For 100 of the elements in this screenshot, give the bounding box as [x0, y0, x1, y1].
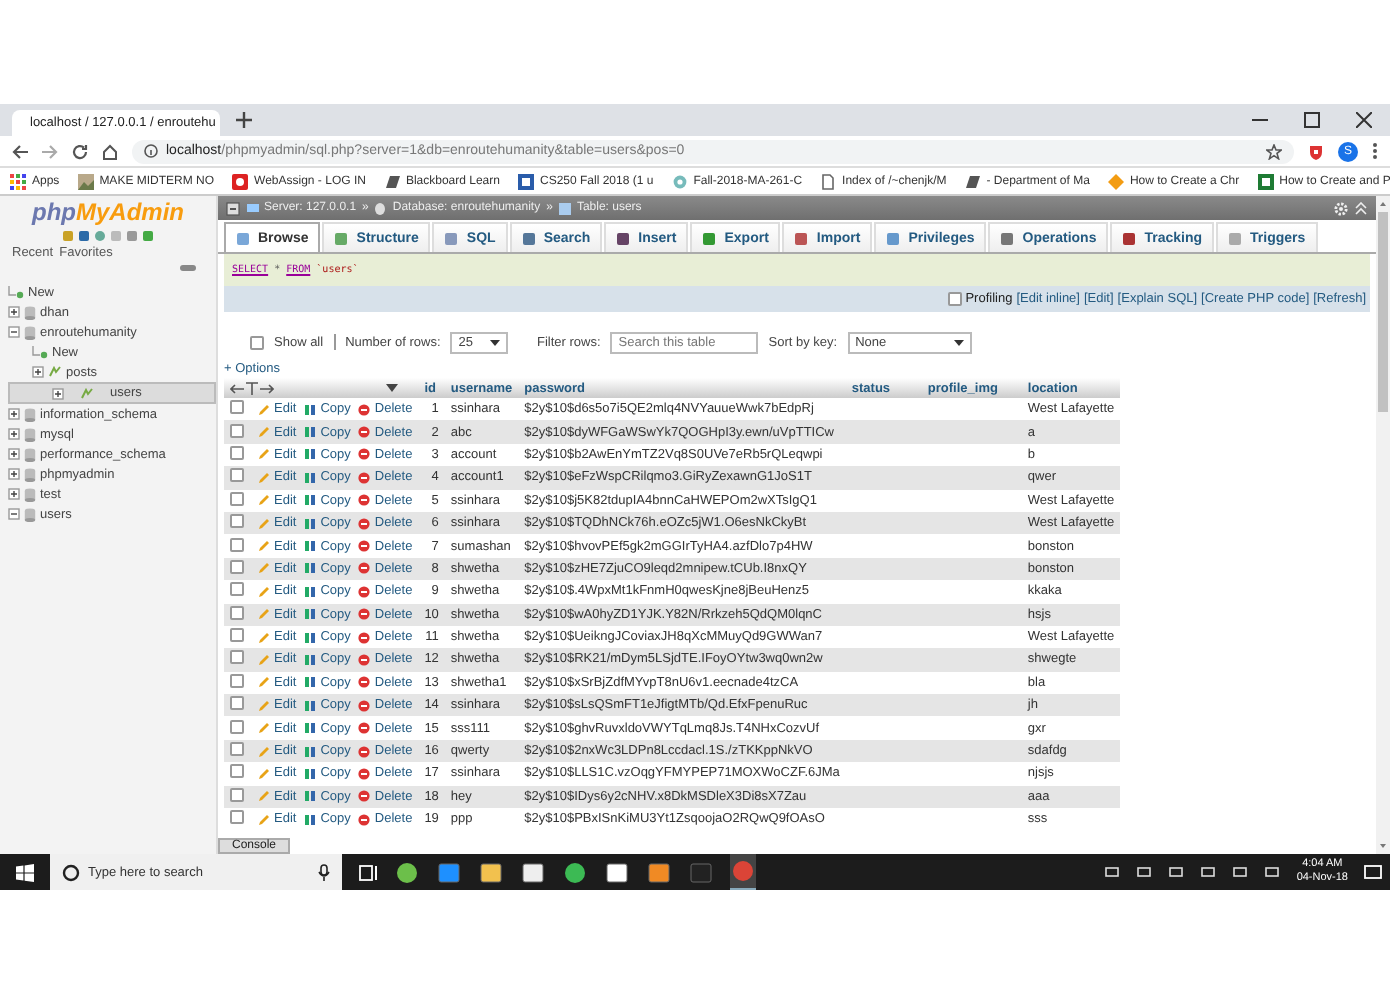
more-icon[interactable] — [1372, 142, 1378, 160]
checkbox[interactable] — [230, 764, 244, 779]
bookmark-icon — [1107, 173, 1124, 189]
column-arrows-icon[interactable] — [230, 381, 274, 395]
bookmark-icon — [1257, 173, 1274, 189]
info-icon — [144, 144, 158, 158]
expand-icon[interactable] — [8, 468, 20, 480]
checkbox[interactable] — [230, 400, 244, 415]
windows-logo-icon[interactable] — [16, 863, 34, 881]
checkbox[interactable] — [230, 423, 244, 438]
delete-icon — [358, 767, 371, 780]
delete-icon — [358, 631, 371, 644]
checkbox[interactable] — [230, 696, 244, 711]
checkbox[interactable] — [230, 468, 244, 483]
delete-icon — [358, 494, 371, 507]
tree-line-icon — [8, 285, 24, 299]
star-icon[interactable] — [1266, 143, 1282, 159]
bookmark-icon — [964, 173, 981, 189]
collapse-icon[interactable] — [8, 326, 20, 338]
checkbox[interactable] — [230, 491, 244, 506]
delete-icon — [358, 722, 371, 735]
delete-icon — [358, 448, 371, 461]
delete-icon — [358, 426, 371, 439]
tab-icon — [1000, 231, 1015, 245]
checkbox[interactable] — [230, 650, 244, 665]
apps-icon — [10, 173, 26, 189]
checkbox[interactable] — [230, 628, 244, 643]
thumbnail-icon — [77, 173, 94, 189]
expand-icon[interactable] — [52, 387, 64, 399]
bookmark-icon — [232, 173, 249, 189]
expand-icon[interactable] — [32, 366, 44, 378]
delete-icon — [358, 585, 371, 598]
expand-icon[interactable] — [8, 306, 20, 318]
checkbox[interactable] — [230, 605, 244, 620]
checkbox[interactable] — [230, 719, 244, 734]
tab-icon — [1122, 231, 1137, 245]
checkbox[interactable] — [250, 335, 264, 349]
app-icon[interactable] — [648, 861, 670, 883]
table-icon — [80, 387, 94, 399]
tab-icon — [794, 231, 809, 245]
delete-icon — [358, 653, 371, 666]
caret-icon — [489, 339, 499, 345]
delete-icon — [358, 813, 371, 826]
microphone-icon — [318, 863, 330, 881]
tab-icon — [702, 231, 717, 245]
bookmark-icon — [383, 173, 400, 189]
maximize-icon[interactable] — [1304, 112, 1320, 128]
tab-icon — [334, 231, 349, 245]
table-icon — [558, 201, 573, 215]
close-icon[interactable] — [1356, 112, 1372, 128]
expand-icon[interactable] — [8, 408, 20, 420]
delete-icon — [358, 745, 371, 758]
delete-icon — [358, 608, 371, 621]
checkbox[interactable] — [230, 810, 244, 825]
app-logo[interactable]: phpMyAdmin — [0, 196, 216, 226]
bookmark-icon — [671, 173, 688, 189]
delete-icon — [358, 676, 371, 689]
delete-icon — [358, 403, 371, 416]
checkbox[interactable] — [230, 559, 244, 574]
delete-icon — [358, 471, 371, 484]
checkbox[interactable] — [230, 514, 244, 529]
shield-icon[interactable] — [1308, 143, 1324, 159]
task-view-icon[interactable] — [358, 863, 378, 881]
collapse-icon[interactable] — [8, 508, 20, 520]
checkbox[interactable] — [230, 537, 244, 552]
tab-icon — [444, 231, 459, 245]
collapse-up-icon[interactable] — [1354, 201, 1368, 215]
sort-icon[interactable] — [386, 384, 398, 392]
checkbox[interactable] — [230, 787, 244, 802]
scrollbar[interactable] — [1376, 196, 1390, 854]
delete-icon — [358, 517, 371, 530]
new-tab-icon[interactable] — [236, 112, 252, 128]
page-icon — [820, 173, 837, 189]
checkbox[interactable] — [947, 292, 962, 306]
back-icon[interactable] — [12, 143, 28, 159]
checkbox[interactable] — [230, 582, 244, 597]
tab-icon — [1228, 231, 1243, 245]
delete-icon — [358, 562, 371, 575]
notification-icon[interactable] — [1364, 863, 1382, 881]
tree-line-icon — [32, 345, 48, 359]
checkbox[interactable] — [230, 445, 244, 460]
delete-icon — [358, 699, 371, 712]
search-icon — [62, 863, 80, 881]
table-icon — [48, 366, 62, 378]
tab-icon — [521, 231, 536, 245]
delete-icon — [358, 540, 371, 553]
server-icon — [246, 201, 260, 215]
delete-icon — [358, 790, 371, 803]
tab-icon — [236, 231, 250, 245]
checkbox[interactable] — [230, 673, 244, 688]
collapse-icon[interactable] — [226, 201, 240, 215]
expand-icon[interactable] — [8, 428, 20, 440]
expand-icon[interactable] — [8, 488, 20, 500]
app-icon[interactable] — [396, 861, 418, 883]
expand-icon[interactable] — [8, 448, 20, 460]
tab-icon — [886, 231, 901, 245]
checkbox[interactable] — [230, 742, 244, 757]
tab-icon — [616, 231, 631, 245]
caret-icon — [953, 339, 964, 345]
app-icon[interactable] — [564, 861, 586, 883]
